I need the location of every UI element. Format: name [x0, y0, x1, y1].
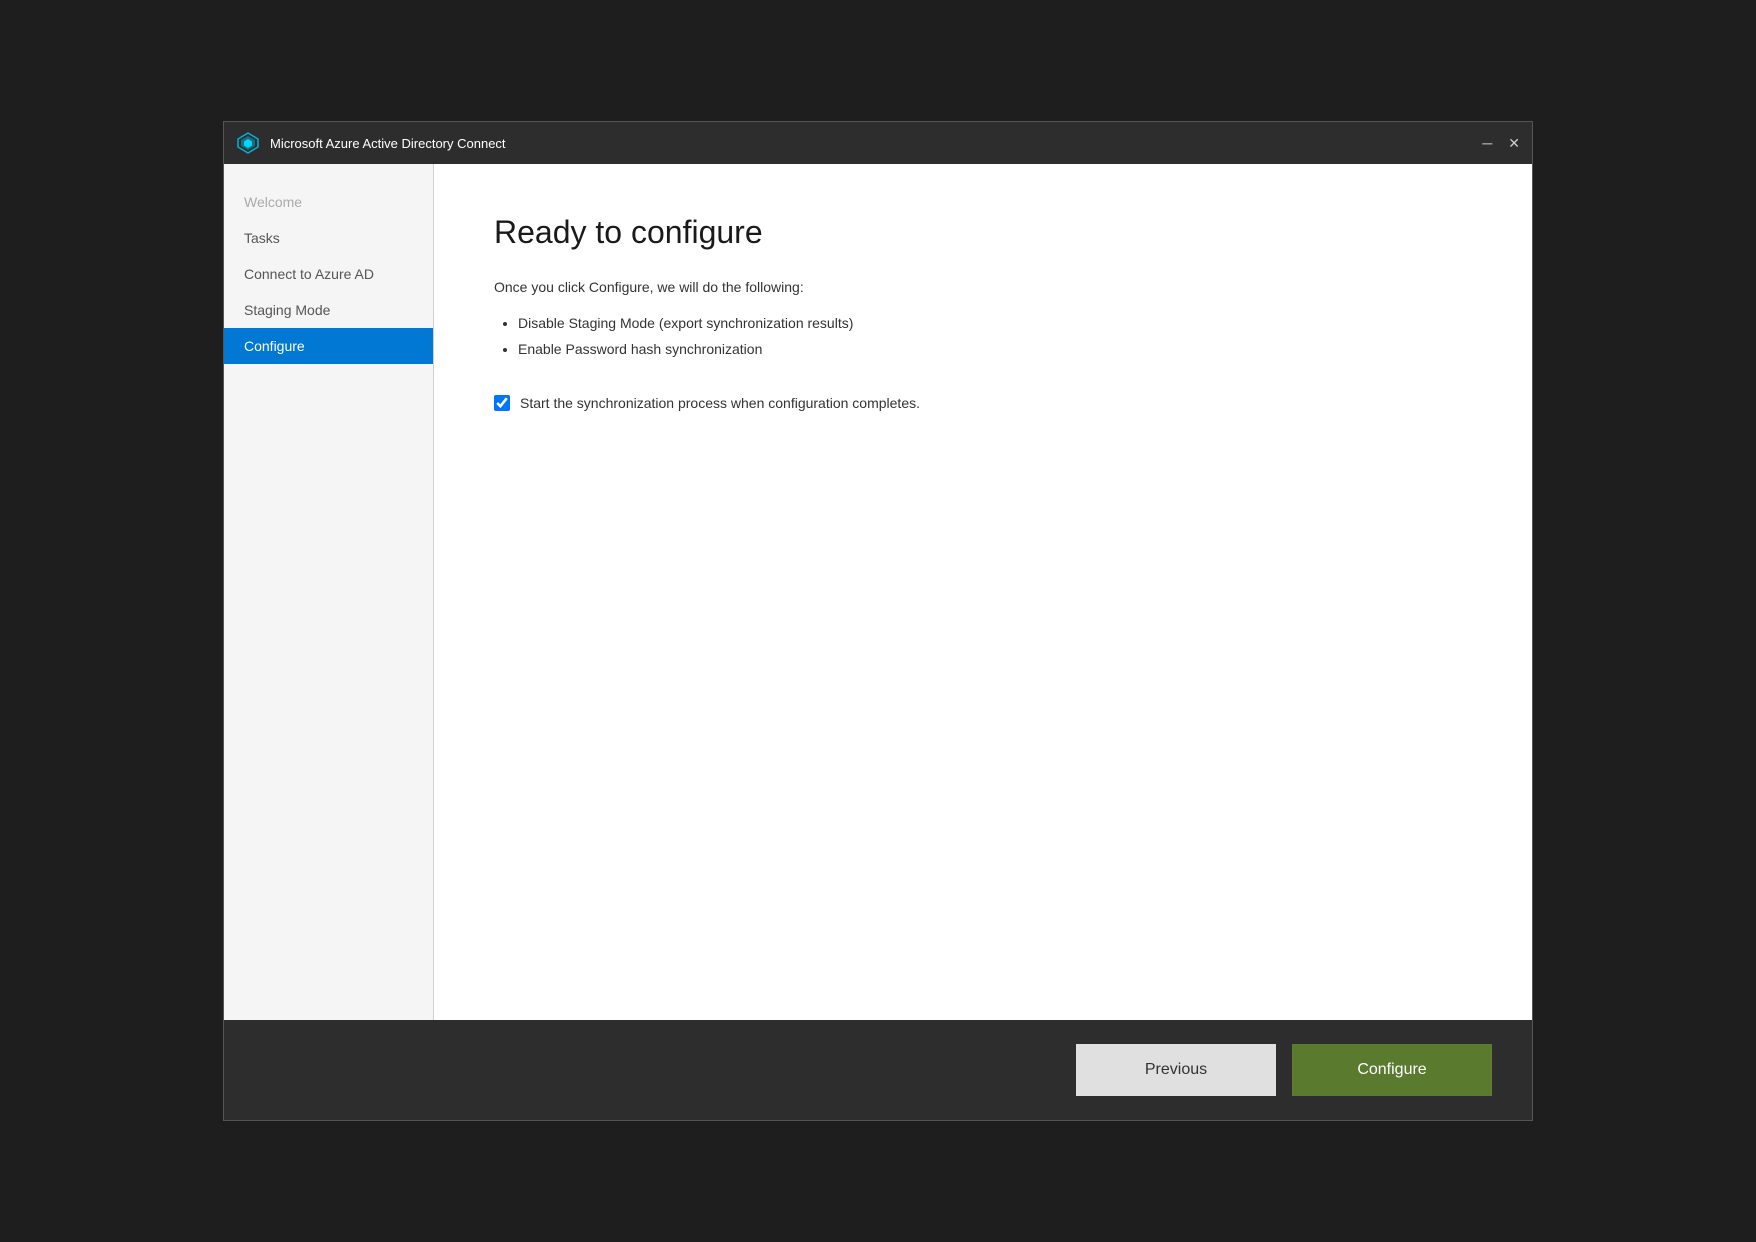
sync-checkbox-row: Start the synchronization process when c… — [494, 395, 1472, 411]
sidebar-item-tasks[interactable]: Tasks — [224, 220, 433, 256]
sidebar-item-staging-mode[interactable]: Staging Mode — [224, 292, 433, 328]
sidebar-item-configure[interactable]: Configure — [224, 328, 433, 364]
window-body: Welcome Tasks Connect to Azure AD Stagin… — [224, 164, 1532, 1020]
bullet-item-2: Enable Password hash synchronization — [518, 341, 1472, 357]
main-content: Ready to configure Once you click Config… — [434, 164, 1532, 1020]
close-button[interactable]: ✕ — [1508, 136, 1520, 150]
app-window: Microsoft Azure Active Directory Connect… — [223, 121, 1533, 1121]
footer: Previous Configure — [224, 1020, 1532, 1120]
configure-button[interactable]: Configure — [1292, 1044, 1492, 1096]
bullet-item-1: Disable Staging Mode (export synchroniza… — [518, 315, 1472, 331]
description-text: Once you click Configure, we will do the… — [494, 279, 1472, 295]
page-title: Ready to configure — [494, 214, 1472, 251]
titlebar: Microsoft Azure Active Directory Connect… — [224, 122, 1532, 164]
window-title: Microsoft Azure Active Directory Connect — [270, 136, 1482, 151]
action-list: Disable Staging Mode (export synchroniza… — [494, 315, 1472, 367]
previous-button[interactable]: Previous — [1076, 1044, 1276, 1096]
window-controls: ─ ✕ — [1482, 136, 1520, 150]
minimize-button[interactable]: ─ — [1482, 136, 1492, 150]
sync-checkbox-label[interactable]: Start the synchronization process when c… — [520, 395, 920, 411]
sidebar-item-welcome: Welcome — [224, 184, 433, 220]
azure-logo-icon — [236, 131, 260, 155]
sidebar: Welcome Tasks Connect to Azure AD Stagin… — [224, 164, 434, 1020]
sidebar-item-connect-azure-ad[interactable]: Connect to Azure AD — [224, 256, 433, 292]
sync-checkbox[interactable] — [494, 395, 510, 411]
